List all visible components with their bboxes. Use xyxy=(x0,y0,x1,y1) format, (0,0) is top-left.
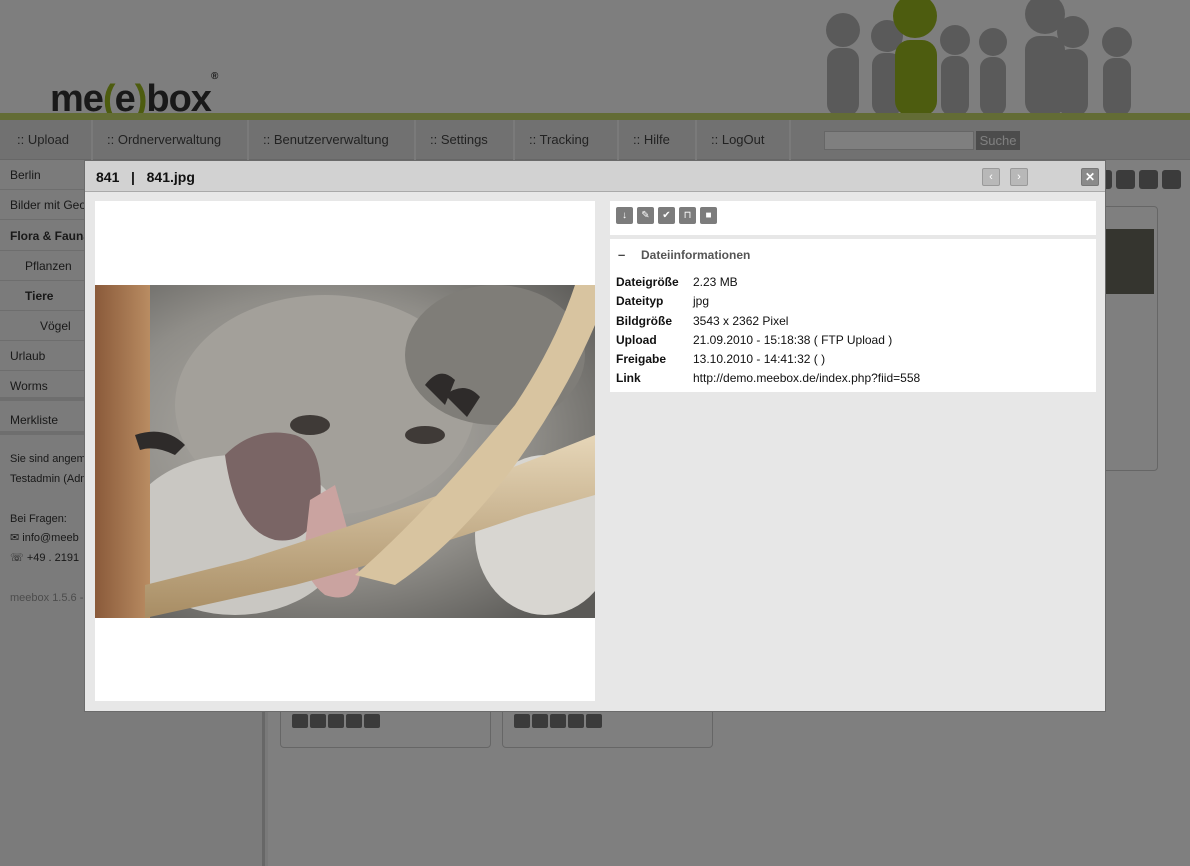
chevron-left-icon: ‹ xyxy=(989,171,993,183)
download-icon: ↓ xyxy=(622,210,627,221)
file-link[interactable]: http://demo.meebox.de/index.php?fiid=558 xyxy=(693,371,920,385)
modal-header: 841 | 841.jpg ‹ › ✕ xyxy=(85,161,1105,192)
close-button[interactable]: ✕ xyxy=(1081,168,1099,186)
edit-button[interactable]: ✎ xyxy=(637,207,654,224)
info-heading[interactable]: Dateiinformationen xyxy=(641,248,750,262)
file-info-panel: – Dateiinformationen Dateigröße 2.23 MB … xyxy=(610,239,1096,392)
unlock-button[interactable]: ⊓ xyxy=(679,207,696,224)
edit-icon: ✎ xyxy=(641,210,650,221)
close-icon: ✕ xyxy=(1084,170,1096,184)
delete-icon: ■ xyxy=(705,210,712,221)
koala-photo[interactable] xyxy=(95,285,595,618)
unlock-icon: ⊓ xyxy=(683,210,692,221)
image-preview-panel xyxy=(95,201,595,701)
approve-icon: ✔ xyxy=(662,210,671,221)
delete-button[interactable]: ■ xyxy=(700,207,717,224)
file-id: 841 xyxy=(96,169,120,185)
approve-button[interactable]: ✔ xyxy=(658,207,675,224)
collapse-toggle[interactable]: – xyxy=(618,247,625,262)
download-button[interactable]: ↓ xyxy=(616,207,633,224)
chevron-right-icon: › xyxy=(1017,171,1021,183)
file-name: 841.jpg xyxy=(146,169,195,185)
image-detail-modal: 841 | 841.jpg ‹ › ✕ ↓ ✎ ✔ ⊓ ■ – Dateiinf… xyxy=(84,160,1106,712)
modal-title: 841 | 841.jpg xyxy=(96,169,195,185)
image-action-toolbar: ↓ ✎ ✔ ⊓ ■ xyxy=(610,201,1096,235)
next-image-button[interactable]: › xyxy=(1010,168,1028,186)
previous-image-button[interactable]: ‹ xyxy=(982,168,1000,186)
title-separator: | xyxy=(131,169,135,185)
